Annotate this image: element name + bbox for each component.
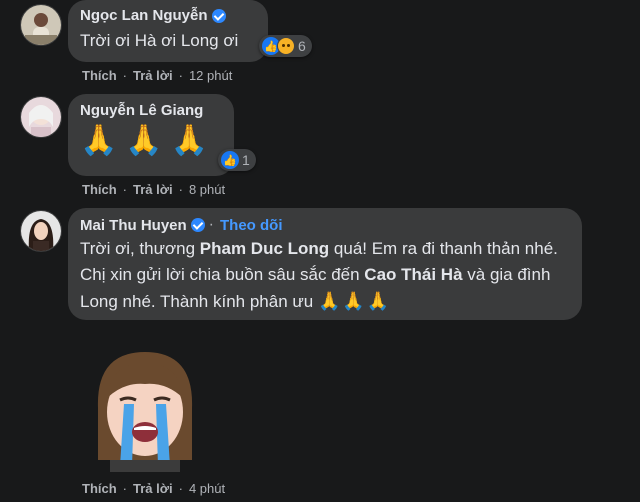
sad-reaction-icon: [277, 37, 295, 55]
mention-link[interactable]: Pham Duc Long: [200, 239, 329, 258]
comment-actions: Thích · Trả lời · 4 phút: [82, 481, 226, 496]
prayer-emoji: 🙏🙏🙏: [317, 291, 392, 311]
like-reaction-icon: 👍: [221, 151, 239, 169]
like-button[interactable]: Thích: [82, 182, 117, 197]
comment-text-part: Trời ơi, thương: [80, 239, 200, 258]
comment-time[interactable]: 4 phút: [189, 481, 225, 496]
avatar-le-giang[interactable]: [20, 96, 62, 138]
reply-button[interactable]: Trả lời: [133, 481, 173, 496]
reply-button[interactable]: Trả lời: [133, 182, 173, 197]
reaction-summary[interactable]: 👍 1: [218, 149, 256, 171]
comment-text: Trời ơi Hà ơi Long ơi: [80, 31, 239, 50]
comment-author[interactable]: Ngọc Lan Nguyễn: [80, 7, 208, 24]
comment-bubble: Nguyễn Lê Giang 🙏🙏🙏: [68, 94, 234, 176]
like-button[interactable]: Thích: [82, 68, 117, 83]
verified-badge-icon: [211, 8, 226, 23]
mention-link[interactable]: Cao Thái Hà: [364, 265, 462, 284]
reaction-count: 1: [242, 152, 250, 168]
comment-author[interactable]: Mai Thu Huyen: [80, 217, 187, 234]
reaction-summary[interactable]: 👍 6: [259, 35, 312, 57]
comment-actions: Thích · Trả lời · 12 phút: [82, 68, 233, 83]
like-button[interactable]: Thích: [82, 481, 117, 496]
verified-badge-icon: [190, 218, 205, 232]
comment-time[interactable]: 12 phút: [189, 68, 232, 83]
comment-actions: Thích · Trả lời · 8 phút: [82, 182, 226, 197]
follow-button[interactable]: Theo dõi: [220, 217, 283, 234]
reply-button[interactable]: Trả lời: [133, 68, 173, 83]
comment-bubble: Ngọc Lan Nguyễn Trời ơi Hà ơi Long ơi: [68, 0, 268, 62]
comment-bubble: Mai Thu Huyen · Theo dõi Trời ơi, thương…: [68, 208, 582, 320]
prayer-emoji: 🙏🙏🙏: [80, 124, 217, 157]
comment-text: Trời ơi, thương Pham Duc Long quá! Em ra…: [80, 236, 570, 315]
comment-time[interactable]: 8 phút: [189, 182, 225, 197]
crying-sticker: [97, 352, 193, 472]
comment-author[interactable]: Nguyễn Lê Giang: [80, 102, 203, 119]
reaction-count: 6: [298, 38, 306, 54]
avatar-mai-thu-huyen[interactable]: [20, 210, 62, 252]
avatar-ngoc-lan[interactable]: [20, 4, 62, 46]
